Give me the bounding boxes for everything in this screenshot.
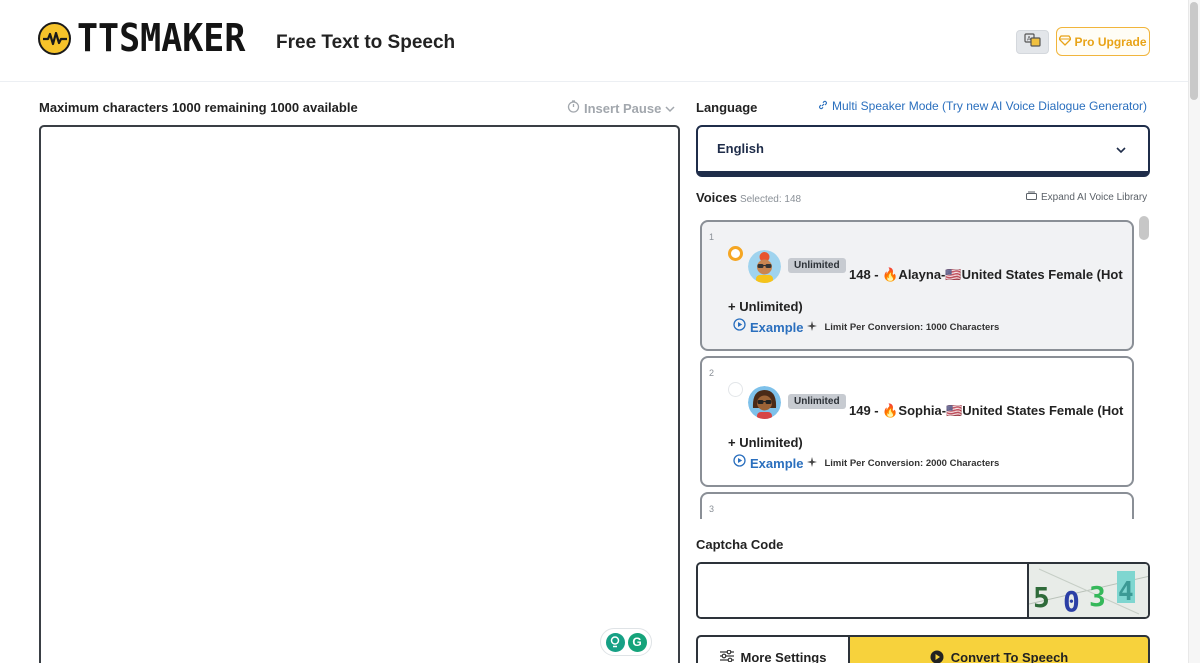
language-label: Language	[696, 100, 758, 115]
voice-card[interactable]: 2 Unlimited 149 - 🔥Sophia-🇺🇸United State…	[700, 356, 1134, 487]
voice-example-button[interactable]: Example Limit Per Conversion: 1000 Chara…	[733, 318, 999, 336]
voice-example-button[interactable]: Example Limit Per Conversion: 2000 Chara…	[733, 454, 999, 472]
captcha-char: 4	[1118, 577, 1134, 607]
pro-upgrade-label: Pro Upgrade	[1074, 34, 1147, 49]
play-icon	[733, 318, 746, 336]
conversion-limit: Limit Per Conversion: 1000 Characters	[824, 321, 1000, 333]
chevron-down-icon	[665, 101, 675, 116]
captcha-input[interactable]	[698, 564, 1027, 617]
multi-speaker-link[interactable]: Multi Speaker Mode (Try new AI Voice Dia…	[818, 99, 1147, 113]
expand-voice-library-link[interactable]: Expand AI Voice Library	[1026, 191, 1147, 203]
voice-card[interactable]: 1 Unlimited 148 - 🔥Alayna-🇺🇸United State…	[700, 220, 1134, 351]
sparkle-icon	[807, 318, 818, 336]
voice-card[interactable]: 3	[700, 492, 1134, 519]
timer-icon	[567, 100, 580, 116]
chevron-down-icon	[1116, 141, 1126, 159]
sparkle-icon	[807, 454, 818, 472]
lightbulb-icon[interactable]	[605, 632, 625, 652]
conversion-limit: Limit Per Conversion: 2000 Characters	[824, 457, 1000, 469]
link-icon	[818, 99, 828, 113]
voices-label: Voices Selected: 148	[696, 190, 801, 205]
captcha-label: Captcha Code	[696, 537, 784, 552]
translate-icon: A	[1023, 32, 1042, 52]
logo[interactable]: TTSMAKER	[38, 16, 260, 60]
voice-index: 2	[709, 368, 715, 378]
language-selected-value: English	[717, 141, 764, 156]
language-select[interactable]: English	[696, 125, 1150, 177]
grammarly-icon[interactable]: G	[627, 632, 647, 652]
voice-title: 148 - 🔥Alayna-🇺🇸United States Female (Ho…	[728, 267, 1123, 314]
diamond-icon	[1058, 34, 1073, 49]
grammarly-widget[interactable]: G	[600, 628, 652, 656]
pro-upgrade-button[interactable]: Pro Upgrade	[1056, 27, 1150, 56]
character-count-info: Maximum characters 1000 remaining 1000 a…	[39, 100, 358, 115]
page-scrollbar[interactable]	[1188, 0, 1200, 663]
insert-pause-dropdown[interactable]: Insert Pause	[567, 100, 675, 116]
captcha-char: 3	[1089, 580, 1106, 613]
convert-to-speech-label: Convert To Speech	[950, 650, 1069, 663]
library-icon	[1026, 191, 1037, 203]
voice-index: 3	[709, 504, 715, 514]
voices-selected-count: Selected: 148	[739, 194, 802, 205]
voice-list-scrollbar-thumb[interactable]	[1139, 216, 1149, 240]
multi-speaker-label: Multi Speaker Mode (Try new AI Voice Dia…	[832, 99, 1148, 113]
translate-button[interactable]: A	[1016, 30, 1049, 54]
voice-list[interactable]: 1 Unlimited 148 - 🔥Alayna-🇺🇸United State…	[696, 215, 1150, 519]
site-header: TTSMAKER Free Text to Speech A Pro Upgra…	[0, 0, 1188, 82]
sliders-icon	[719, 649, 734, 663]
sound-wave-logo-icon	[38, 21, 71, 55]
captcha-char: 5	[1033, 581, 1050, 614]
example-label: Example	[750, 319, 804, 335]
example-label: Example	[750, 455, 804, 471]
captcha-box: 5 0 3 4	[696, 562, 1150, 619]
tagline: Free Text to Speech	[276, 32, 456, 53]
captcha-image[interactable]: 5 0 3 4	[1027, 564, 1148, 617]
text-input-area[interactable]	[39, 125, 680, 663]
convert-to-speech-button[interactable]: Convert To Speech	[848, 635, 1150, 663]
voice-index: 1	[709, 232, 715, 242]
more-settings-button[interactable]: More Settings	[696, 635, 848, 663]
insert-pause-label: Insert Pause	[584, 100, 662, 116]
voice-title: 149 - 🔥Sophia-🇺🇸United States Female (Ho…	[728, 403, 1124, 450]
captcha-char: 0	[1063, 585, 1080, 617]
play-circle-icon	[930, 650, 944, 663]
play-icon	[733, 454, 746, 472]
expand-voice-library-label: Expand AI Voice Library	[1041, 191, 1148, 203]
voices-label-text: Voices	[696, 190, 737, 205]
page-scrollbar-thumb[interactable]	[1190, 2, 1198, 100]
voice-list-scrollbar[interactable]	[1139, 216, 1149, 519]
logo-text: TTSMAKER	[77, 16, 246, 60]
more-settings-label: More Settings	[740, 650, 827, 663]
